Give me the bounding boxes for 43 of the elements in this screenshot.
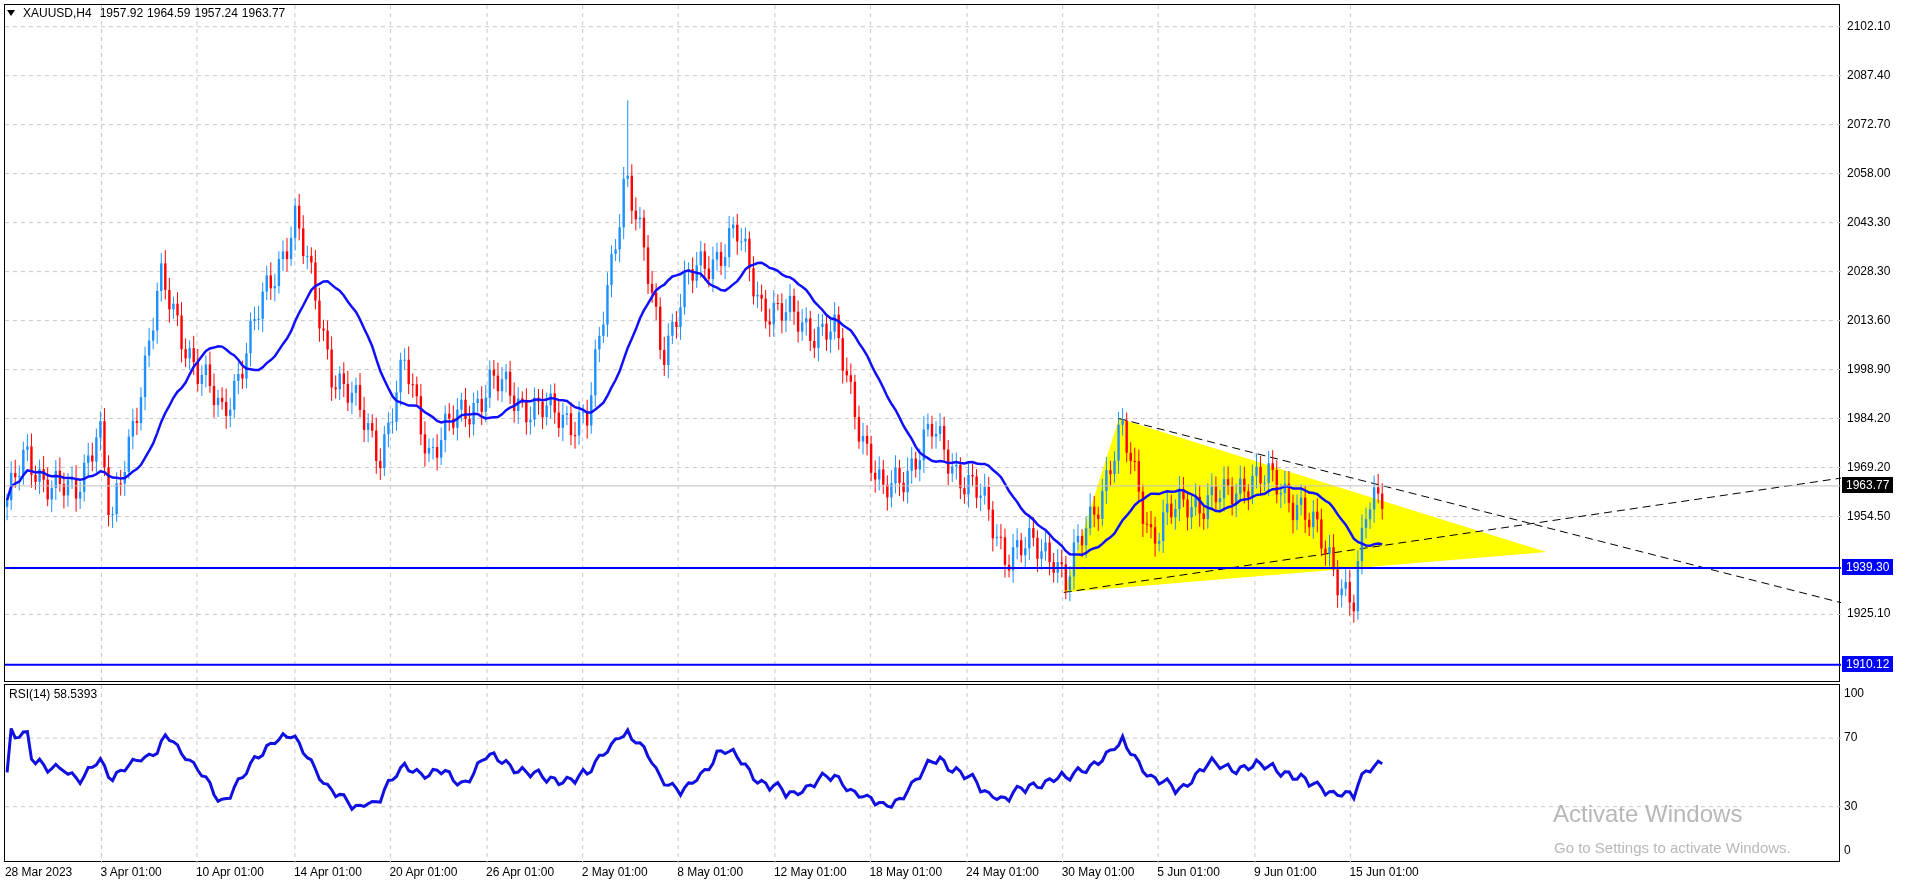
price-axis-label: 2043.30 xyxy=(1847,215,1891,228)
price-axis-label: 1925.10 xyxy=(1847,607,1891,620)
price-axis-label: 2013.60 xyxy=(1847,313,1891,326)
price-axis-label: 2028.30 xyxy=(1847,264,1891,277)
time-axis-label: 8 May 01:00 xyxy=(677,866,744,878)
price-tag: 1963.77 xyxy=(1842,476,1894,493)
time-axis-label: 5 Jun 01:00 xyxy=(1157,866,1220,878)
time-axis-label: 3 Apr 01:00 xyxy=(100,866,162,878)
price-tag: 1910.12 xyxy=(1842,655,1894,672)
rsi-axis-label: 30 xyxy=(1844,799,1858,812)
quote-value: 1957.24 xyxy=(194,7,238,19)
rsi-axis-label: 0 xyxy=(1844,843,1851,856)
time-axis-label: 14 Apr 01:00 xyxy=(293,866,362,878)
price-axis-label: 2102.10 xyxy=(1847,19,1891,32)
price-axis-label: 2087.40 xyxy=(1847,68,1891,81)
activation-message: Go to Settings to activate Windows. xyxy=(1554,840,1791,855)
rsi-label: RSI(14) 58.5393 xyxy=(9,688,98,700)
quote-value: 1964.59 xyxy=(147,7,191,19)
time-axis-label: 30 May 01:00 xyxy=(1061,866,1135,878)
price-axis-label: 2058.00 xyxy=(1847,166,1891,179)
activation-title: Activate Windows xyxy=(1553,802,1743,826)
quote-value: 1957.92 xyxy=(99,7,144,19)
price-axis-label: 1969.20 xyxy=(1847,460,1891,473)
price-axis-label: 1954.50 xyxy=(1847,509,1891,522)
time-axis-label: 20 Apr 01:00 xyxy=(389,866,458,878)
time-axis-label: 18 May 01:00 xyxy=(869,866,943,878)
price-axis-label: 1998.90 xyxy=(1847,362,1891,375)
time-axis-label: 15 Jun 01:00 xyxy=(1349,866,1419,878)
price-axis-label: 1984.20 xyxy=(1847,411,1891,424)
symbol-label: XAUUSD,H4 xyxy=(23,7,92,19)
time-axis-label: 9 Jun 01:00 xyxy=(1253,866,1317,878)
time-axis-label: 28 Mar 2023 xyxy=(4,866,73,878)
time-axis-label: 12 May 01:00 xyxy=(773,866,847,878)
time-axis-label: 24 May 01:00 xyxy=(966,866,1039,878)
price-axis-label: 2072.70 xyxy=(1847,117,1891,130)
time-axis-label: 10 Apr 01:00 xyxy=(195,866,264,878)
rsi-axis-label: 100 xyxy=(1844,687,1865,700)
price-tag: 1939.30 xyxy=(1842,558,1894,575)
quote-value: 1963.77 xyxy=(241,7,286,19)
rsi-axis-label: 70 xyxy=(1844,731,1858,744)
time-axis-label: 26 Apr 01:00 xyxy=(486,866,555,878)
dropdown-arrow-icon[interactable] xyxy=(7,10,15,16)
time-axis-label: 2 May 01:00 xyxy=(581,866,648,878)
